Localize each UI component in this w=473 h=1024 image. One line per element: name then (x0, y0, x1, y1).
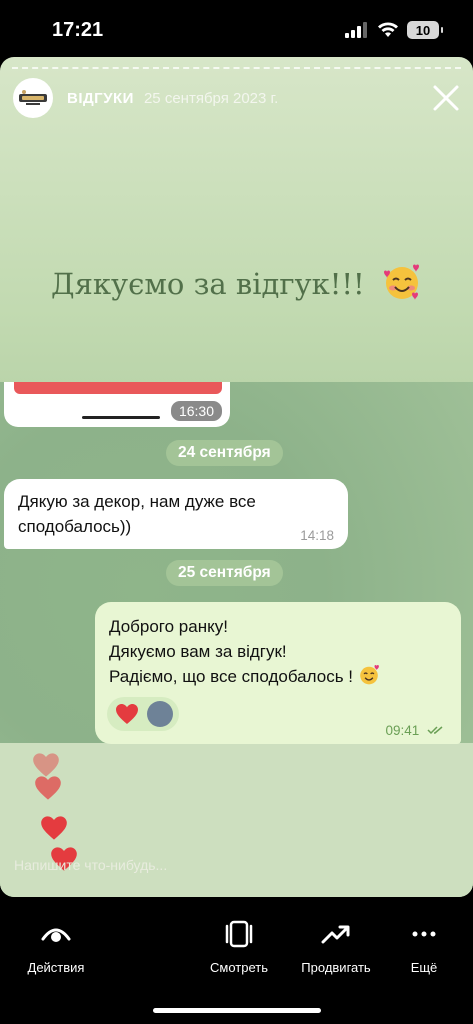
nav-promote-label: Продвигать (301, 960, 371, 975)
nav-watch[interactable]: Смотреть (184, 918, 294, 975)
chat-message-cropped: 16:30 (4, 382, 230, 427)
outgoing-message: Доброго ранку! Дякуємо вам за відгук! Ра… (95, 602, 461, 744)
date-separator: 25 сентября (166, 560, 283, 586)
story-frame[interactable]: ВІДГУКИ 25 сентября 2023 г. Дякуємо за в… (0, 57, 473, 897)
message-time-with-read: 09:41 (385, 723, 447, 738)
floating-heart-icon (35, 776, 61, 800)
reactor-avatar (147, 701, 173, 727)
close-icon[interactable] (431, 83, 461, 113)
outgoing-line-3: Радіємо, що все сподобалось ! (109, 664, 447, 689)
battery-level: 10 (415, 22, 431, 38)
status-time: 17:21 (52, 19, 104, 41)
eye-icon (41, 928, 71, 942)
story-bottom-bg (0, 743, 473, 897)
bottom-nav: Действия Смотреть Продвигать Ещё (0, 898, 473, 1024)
incoming-message: Дякую за декор, нам дуже все сподобалось… (4, 479, 348, 549)
underline (82, 416, 160, 419)
happyday-logo-icon (19, 90, 47, 105)
heart-reaction-icon (116, 704, 138, 724)
story-heading: Дякуємо за відгук!!! (0, 262, 473, 302)
outgoing-line-3-text: Радіємо, що все сподобалось ! (109, 667, 354, 686)
cropped-red-button (14, 382, 222, 394)
nav-actions[interactable]: Действия (1, 918, 111, 975)
trending-up-icon (321, 925, 350, 944)
chat-screenshot: 16:30 24 сентября Дякую за декор, нам ду… (0, 382, 473, 744)
message-time: 09:41 (385, 723, 420, 738)
outgoing-line-1: Доброго ранку! (109, 617, 228, 636)
incoming-message-text: Дякую за декор, нам дуже все сподобалось… (18, 492, 256, 536)
story-progress-bar (12, 67, 461, 70)
story-header: ВІДГУКИ 25 сентября 2023 г. (13, 77, 461, 119)
avatar[interactable] (13, 78, 53, 118)
status-icons: 10 (345, 20, 443, 40)
reaction-chip (107, 697, 179, 731)
nav-more-label: Ещё (410, 960, 438, 975)
floating-heart-icon (41, 816, 67, 840)
smiling-face-with-hearts-icon (359, 664, 379, 685)
message-time: 14:18 (300, 528, 334, 543)
reply-input[interactable]: Напишите что-нибудь... (14, 857, 167, 873)
nav-watch-label: Смотреть (210, 960, 268, 975)
outgoing-line-2: Дякуємо вам за відгук! (109, 642, 287, 661)
date-separator: 24 сентября (166, 440, 283, 466)
wifi-icon (378, 22, 398, 37)
battery-icon: 10 (407, 21, 443, 39)
more-icon (412, 931, 436, 937)
story-title[interactable]: ВІДГУКИ (67, 90, 134, 107)
status-bar: 17:21 10 (0, 0, 473, 56)
nav-actions-label: Действия (27, 960, 85, 975)
smiling-face-with-hearts-icon (383, 264, 419, 300)
story-heading-text: Дякуємо за відгук!!! (51, 267, 365, 301)
message-time: 16:30 (170, 401, 222, 421)
nav-more[interactable]: Ещё (369, 918, 473, 975)
home-indicator[interactable] (153, 1008, 321, 1013)
carousel-icon (225, 920, 253, 948)
double-check-icon (427, 726, 443, 735)
signal-icon (345, 22, 367, 38)
story-date: 25 сентября 2023 г. (143, 89, 279, 107)
